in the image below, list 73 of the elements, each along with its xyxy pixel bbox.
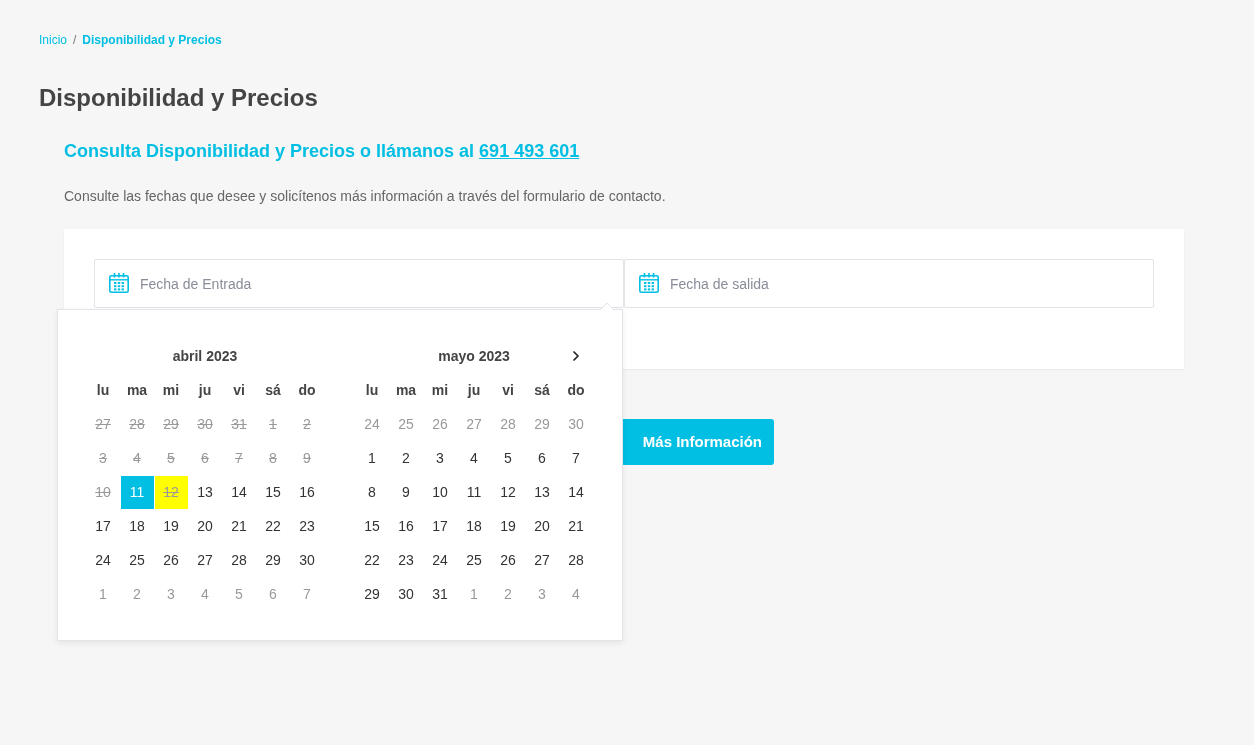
calendar-day[interactable]: 18 (457, 509, 491, 543)
calendar-day[interactable]: 13 (525, 475, 559, 509)
calendar-day[interactable]: 22 (355, 543, 389, 577)
calendar-day[interactable]: 30 (389, 577, 423, 611)
calendar-day[interactable]: 19 (154, 509, 188, 543)
weekday-label: sá (265, 380, 281, 400)
weekday-label: mi (162, 380, 180, 400)
calendar-day[interactable]: 19 (491, 509, 525, 543)
calendar-day[interactable]: 8 (355, 475, 389, 509)
calendar-day[interactable]: 10 (423, 475, 457, 509)
calendar-day[interactable]: 18 (120, 509, 154, 543)
calendar-day[interactable]: 27 (525, 543, 559, 577)
calendar-day[interactable]: 23 (290, 509, 324, 543)
calendar-day[interactable]: 15 (256, 475, 290, 509)
calendar-day[interactable]: 21 (559, 509, 593, 543)
weekday-label: lu (96, 380, 110, 400)
date-input-field[interactable]: Fecha de Entrada (94, 259, 624, 308)
page-title: Disponibilidad y Precios (39, 84, 318, 112)
contact-heading: Consulta Disponibilidad y Precios o llámanos al 691 493 601 (64, 140, 580, 163)
calendar-day[interactable]: 29 (355, 577, 389, 611)
calendar-day[interactable]: 16 (290, 475, 324, 509)
calendar-day[interactable]: 22 (256, 509, 290, 543)
calendar-day[interactable]: 15 (355, 509, 389, 543)
calendar-icon (639, 273, 659, 293)
weekday-label: ma (126, 380, 148, 400)
calendar-day[interactable]: 5 (491, 441, 525, 475)
calendar-icon (109, 273, 129, 293)
calendar-day[interactable]: 20 (525, 509, 559, 543)
month-title: abril 2023 (172, 346, 238, 366)
calendar-day[interactable]: 24 (423, 543, 457, 577)
calendar-day[interactable]: 2 (389, 441, 423, 475)
calendar-day[interactable]: 30 (290, 543, 324, 577)
breadcrumb-separator: / (73, 33, 77, 47)
calendar-day[interactable]: 9 (389, 475, 423, 509)
calendar-day[interactable]: 26 (154, 543, 188, 577)
calendar-day[interactable]: 11 (457, 475, 491, 509)
weekday-label: vi (233, 380, 245, 400)
calendar-day[interactable]: 23 (389, 543, 423, 577)
calendar-day[interactable]: 27 (188, 543, 222, 577)
calendar-day[interactable]: 17 (86, 509, 120, 543)
weekday-label: do (567, 380, 585, 400)
weekday-label: do (298, 380, 316, 400)
calendar-day[interactable]: 7 (559, 441, 593, 475)
calendar-day[interactable]: 13 (188, 475, 222, 509)
calendar-day[interactable]: 25 (120, 543, 154, 577)
calendar-day[interactable]: 28 (222, 543, 256, 577)
calendar-day[interactable]: 6 (525, 441, 559, 475)
weekday-label: lu (365, 380, 379, 400)
calendar-day[interactable]: 3 (423, 441, 457, 475)
weekday-label: ju (198, 380, 212, 400)
calendar-day[interactable]: 28 (559, 543, 593, 577)
month-title: mayo 2023 (438, 346, 510, 366)
calendar-day[interactable]: 17 (423, 509, 457, 543)
calendar-day[interactable]: 4 (457, 441, 491, 475)
weekday-label: ma (395, 380, 417, 400)
calendar-day[interactable]: 12 (491, 475, 525, 509)
calendar-day[interactable]: 26 (491, 543, 525, 577)
calendar-day[interactable]: 31 (423, 577, 457, 611)
weekday-label: sá (534, 380, 550, 400)
calendar-day[interactable]: 24 (86, 543, 120, 577)
calendar-day[interactable]: 20 (188, 509, 222, 543)
calendar-day[interactable]: 29 (256, 543, 290, 577)
calendar-day[interactable]: 25 (457, 543, 491, 577)
date-input-field[interactable]: Fecha de salida (624, 259, 1154, 308)
weekday-label: mi (431, 380, 449, 400)
calendar-day[interactable]: 1 (355, 441, 389, 475)
calendar-day[interactable]: 21 (222, 509, 256, 543)
calendar-day[interactable]: 14 (559, 475, 593, 509)
calendar-day[interactable]: 16 (389, 509, 423, 543)
intro-text: Consulte las fechas que desee y solicítenos más información a través del formulario de contacto. (64, 187, 666, 205)
weekday-label: ju (467, 380, 481, 400)
weekday-label: vi (502, 380, 514, 400)
calendar-day[interactable]: 14 (222, 475, 256, 509)
